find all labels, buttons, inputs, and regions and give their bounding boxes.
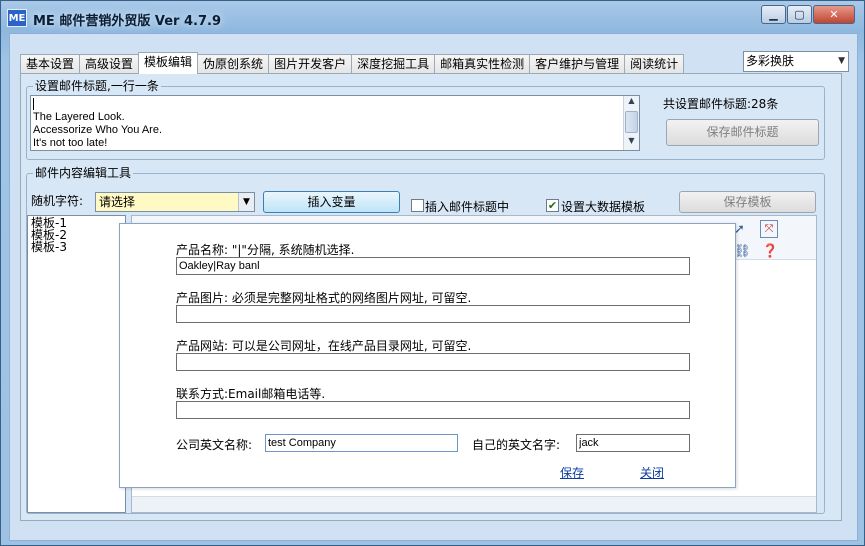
skin-select-value: 多彩换肤 [746, 54, 795, 68]
insert-into-subject-label: 插入邮件标题中 [425, 200, 510, 214]
tab-advanced-settings[interactable]: 高级设置 [79, 54, 140, 74]
tab-deep-mining[interactable]: 深度挖掘工具 [351, 54, 436, 74]
my-name-label: 自己的英文名字: [472, 438, 561, 452]
insert-variable-button[interactable]: 插入变量 [263, 191, 400, 213]
save-template-button[interactable]: 保存模板 [679, 191, 816, 213]
chevron-down-icon: ▼ [238, 193, 254, 211]
content-group-title: 邮件内容编辑工具 [33, 166, 134, 180]
random-chars-label: 随机字符: [31, 194, 84, 208]
scroll-up-icon[interactable]: ▲ [624, 96, 639, 110]
minimize-icon: ▁ [769, 8, 778, 21]
app-logo-icon: ME [7, 9, 27, 27]
product-name-input[interactable] [176, 257, 690, 275]
tab-pseudo-original[interactable]: 伪原创系统 [197, 54, 270, 74]
checkmark-icon: ✔ [547, 199, 558, 212]
chevron-down-icon: ▼ [838, 56, 845, 66]
tab-basic-settings[interactable]: 基本设置 [20, 54, 81, 74]
tab-read-stats[interactable]: 阅读统计 [624, 54, 685, 74]
close-link[interactable]: 关闭 [640, 464, 664, 481]
subjects-textarea[interactable]: The Layered Look. Accessorize Who You Ar… [30, 95, 640, 151]
subject-line: The Layered Look. [33, 111, 125, 123]
contact-input[interactable] [176, 401, 690, 419]
product-site-input[interactable] [176, 353, 690, 371]
product-site-label: 产品网站: 可以是公司网址，在线产品目录网址, 可留空. [176, 339, 472, 353]
unlink-icon[interactable]: ⛓ [734, 244, 751, 259]
company-name-input[interactable] [265, 434, 458, 452]
my-name-input[interactable] [576, 434, 690, 452]
tab-template-edit[interactable]: 模板编辑 [138, 52, 199, 74]
skin-select[interactable]: 多彩换肤 ▼ [743, 51, 849, 72]
product-image-label: 产品图片: 必须是完整网址格式的网络图片网址, 可留空. [176, 291, 472, 305]
title-bar: ME ME 邮件营销外贸版 Ver 4.7.9 ▁ ▢ ✕ [1, 1, 865, 37]
subjects-lines: The Layered Look. Accessorize Who You Ar… [33, 98, 162, 150]
scroll-down-icon[interactable]: ▼ [624, 136, 639, 150]
insert-into-subject-checkbox[interactable] [411, 199, 424, 212]
variable-dialog: 产品名称: "|"分隔, 系统随机选择. 产品图片: 必须是完整网址格式的网络图… [119, 223, 736, 488]
save-subjects-button[interactable]: 保存邮件标题 [666, 119, 819, 146]
subjects-group: 设置邮件标题,一行一条 The Layered Look. Accessoriz… [26, 79, 825, 160]
subjects-scrollbar[interactable]: ▲ ▼ [623, 96, 639, 150]
maximize-button[interactable]: ▢ [787, 5, 812, 24]
subjects-group-title: 设置邮件标题,一行一条 [33, 79, 161, 93]
template-list-item[interactable]: 模板-3 [31, 241, 122, 253]
bigdata-template-label: 设置大数据模板 [561, 200, 646, 214]
scroll-thumb[interactable] [625, 111, 638, 133]
tab-strip: 基本设置 高级设置 模板编辑 伪原创系统 图片开发客户 深度挖掘工具 邮箱真实性… [20, 52, 685, 74]
maximize-icon: ▢ [794, 8, 805, 21]
contact-label: 联系方式:Email邮箱电话等. [176, 387, 326, 401]
product-image-input[interactable] [176, 305, 690, 323]
help-icon[interactable]: ❓ [762, 244, 778, 259]
subject-line: It's not too late! [33, 137, 108, 149]
subject-count-label: 共设置邮件标题:28条 [663, 97, 779, 111]
text-caret [33, 98, 34, 110]
bigdata-template-checkbox[interactable]: ✔ [546, 199, 559, 212]
app-window: ME ME 邮件营销外贸版 Ver 4.7.9 ▁ ▢ ✕ 基本设置 高级设置 … [0, 0, 865, 546]
tab-email-verify[interactable]: 邮箱真实性检测 [434, 54, 531, 74]
template-list[interactable]: 模板-1 模板-2 模板-3 [27, 215, 126, 513]
minimize-button[interactable]: ▁ [761, 5, 786, 24]
editor-scrollbar[interactable] [132, 496, 816, 512]
tab-customer-management[interactable]: 客户维护与管理 [529, 54, 626, 74]
random-chars-value: 请选择 [99, 195, 136, 209]
tab-image-clients[interactable]: 图片开发客户 [268, 54, 353, 74]
subject-line: Accessorize Who You Are. [33, 124, 163, 136]
random-chars-select[interactable]: 请选择 ▼ [95, 192, 255, 212]
company-name-label: 公司英文名称: [176, 438, 253, 452]
save-link[interactable]: 保存 [560, 464, 584, 481]
product-name-label: 产品名称: "|"分隔, 系统随机选择. [176, 243, 355, 257]
fullscreen-icon[interactable]: ⤧ [760, 220, 778, 238]
window-title: ME 邮件营销外贸版 Ver 4.7.9 [33, 14, 221, 29]
close-icon: ✕ [829, 8, 839, 21]
close-button[interactable]: ✕ [813, 5, 855, 24]
